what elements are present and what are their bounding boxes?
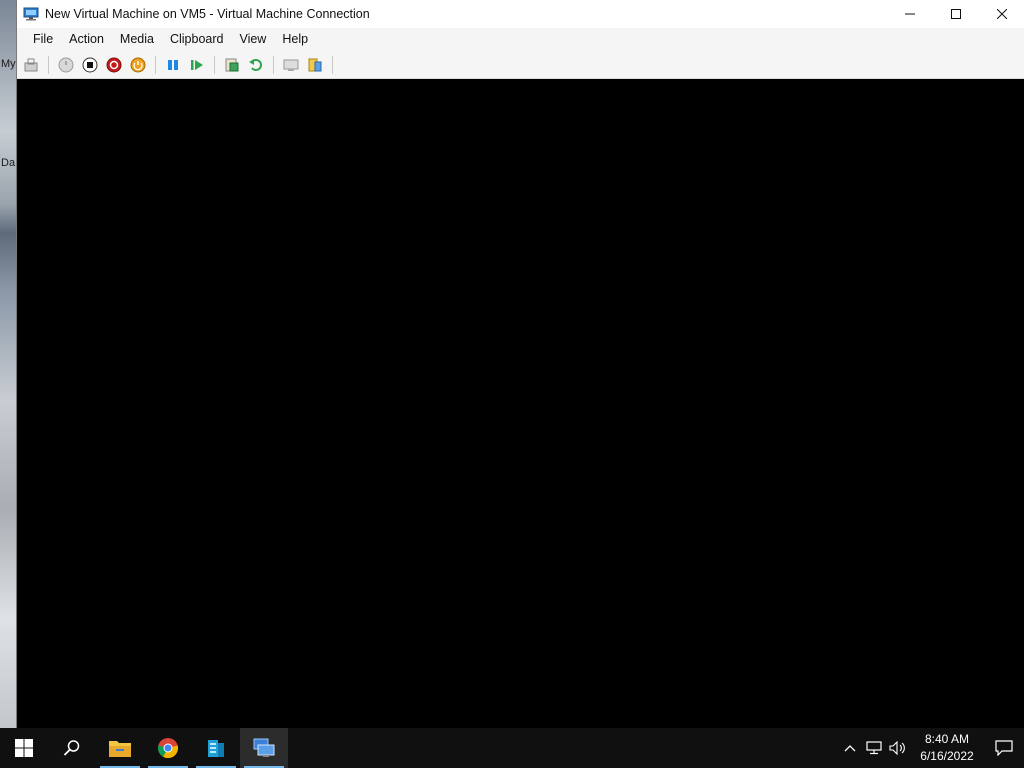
start-vm-button[interactable] bbox=[56, 55, 76, 75]
menu-file[interactable]: File bbox=[25, 28, 61, 51]
menu-action[interactable]: Action bbox=[61, 28, 112, 51]
system-tray: 8:40 AM 6/16/2022 bbox=[838, 728, 1024, 768]
taskbar: 8:40 AM 6/16/2022 bbox=[0, 728, 1024, 768]
desktop-icon-label[interactable]: My bbox=[1, 58, 16, 70]
reset-button[interactable] bbox=[187, 55, 207, 75]
chrome-icon bbox=[157, 738, 179, 759]
toolbar bbox=[17, 51, 1024, 79]
search-button[interactable] bbox=[48, 728, 96, 768]
vm-display[interactable] bbox=[17, 79, 1024, 728]
shut-down-icon bbox=[106, 57, 122, 72]
taskbar-vm-connection[interactable] bbox=[240, 728, 288, 768]
notification-icon bbox=[995, 740, 1013, 756]
maximize-icon bbox=[951, 9, 961, 19]
desktop-icon-label[interactable]: Da bbox=[1, 157, 15, 169]
enhanced-session-button[interactable] bbox=[281, 55, 301, 75]
taskbar-chrome[interactable] bbox=[144, 728, 192, 768]
taskbar-server-manager[interactable] bbox=[192, 728, 240, 768]
menu-media[interactable]: Media bbox=[112, 28, 162, 51]
menu-view[interactable]: View bbox=[231, 28, 274, 51]
revert-button[interactable] bbox=[246, 55, 266, 75]
start-icon bbox=[15, 739, 33, 757]
reset-icon bbox=[191, 59, 203, 70]
turn-off-button[interactable] bbox=[80, 55, 100, 75]
start-icon bbox=[58, 57, 74, 72]
share-button[interactable] bbox=[305, 55, 325, 75]
taskbar-file-explorer[interactable] bbox=[96, 728, 144, 768]
ctrl-alt-del-button[interactable] bbox=[21, 55, 41, 75]
close-button[interactable] bbox=[979, 0, 1024, 28]
pause-icon bbox=[168, 59, 178, 70]
title-bar[interactable]: New Virtual Machine on VM5 - Virtual Mac… bbox=[17, 0, 1024, 28]
maximize-button[interactable] bbox=[933, 0, 979, 28]
search-icon bbox=[63, 740, 80, 756]
ctrl-alt-del-icon bbox=[24, 58, 38, 71]
save-state-button[interactable] bbox=[128, 55, 148, 75]
shut-down-button[interactable] bbox=[104, 55, 124, 75]
desktop-background: My Da bbox=[0, 0, 16, 728]
menu-bar: File Action Media Clipboard View Help bbox=[17, 28, 1024, 51]
toolbar-separator bbox=[48, 55, 49, 74]
toolbar-separator bbox=[332, 55, 333, 74]
checkpoint-button[interactable] bbox=[222, 55, 242, 75]
pause-button[interactable] bbox=[163, 55, 183, 75]
network-button[interactable] bbox=[862, 728, 886, 768]
enhanced-session-icon bbox=[283, 59, 299, 71]
window-title: New Virtual Machine on VM5 - Virtual Mac… bbox=[45, 7, 370, 21]
menu-help[interactable]: Help bbox=[274, 28, 316, 51]
menu-clipboard[interactable]: Clipboard bbox=[162, 28, 232, 51]
start-button[interactable] bbox=[0, 728, 48, 768]
volume-button[interactable] bbox=[886, 728, 910, 768]
chevron-up-icon bbox=[844, 745, 856, 752]
action-center-button[interactable] bbox=[984, 728, 1024, 768]
toolbar-separator bbox=[214, 55, 215, 74]
file-explorer-icon bbox=[109, 741, 131, 757]
minimize-icon bbox=[905, 13, 915, 15]
volume-icon bbox=[889, 741, 905, 755]
turn-off-icon bbox=[82, 57, 98, 72]
clock-time: 8:40 AM bbox=[924, 732, 970, 746]
toolbar-separator bbox=[155, 55, 156, 74]
show-hidden-icons-button[interactable] bbox=[838, 728, 862, 768]
hyperv-connection-icon bbox=[253, 738, 275, 757]
network-icon bbox=[866, 741, 882, 755]
toolbar-separator bbox=[273, 55, 274, 74]
close-icon bbox=[997, 9, 1007, 19]
vm-connection-app-icon bbox=[23, 7, 39, 21]
clock-date: 6/16/2022 bbox=[920, 749, 974, 763]
revert-icon bbox=[249, 58, 262, 71]
share-icon bbox=[308, 58, 322, 71]
checkpoint-icon bbox=[225, 58, 239, 71]
server-manager-icon bbox=[208, 740, 224, 757]
save-icon bbox=[130, 57, 146, 72]
vm-connection-window: New Virtual Machine on VM5 - Virtual Mac… bbox=[16, 0, 1024, 728]
minimize-button[interactable] bbox=[887, 0, 933, 28]
taskbar-clock[interactable]: 8:40 AM 6/16/2022 bbox=[914, 731, 980, 765]
